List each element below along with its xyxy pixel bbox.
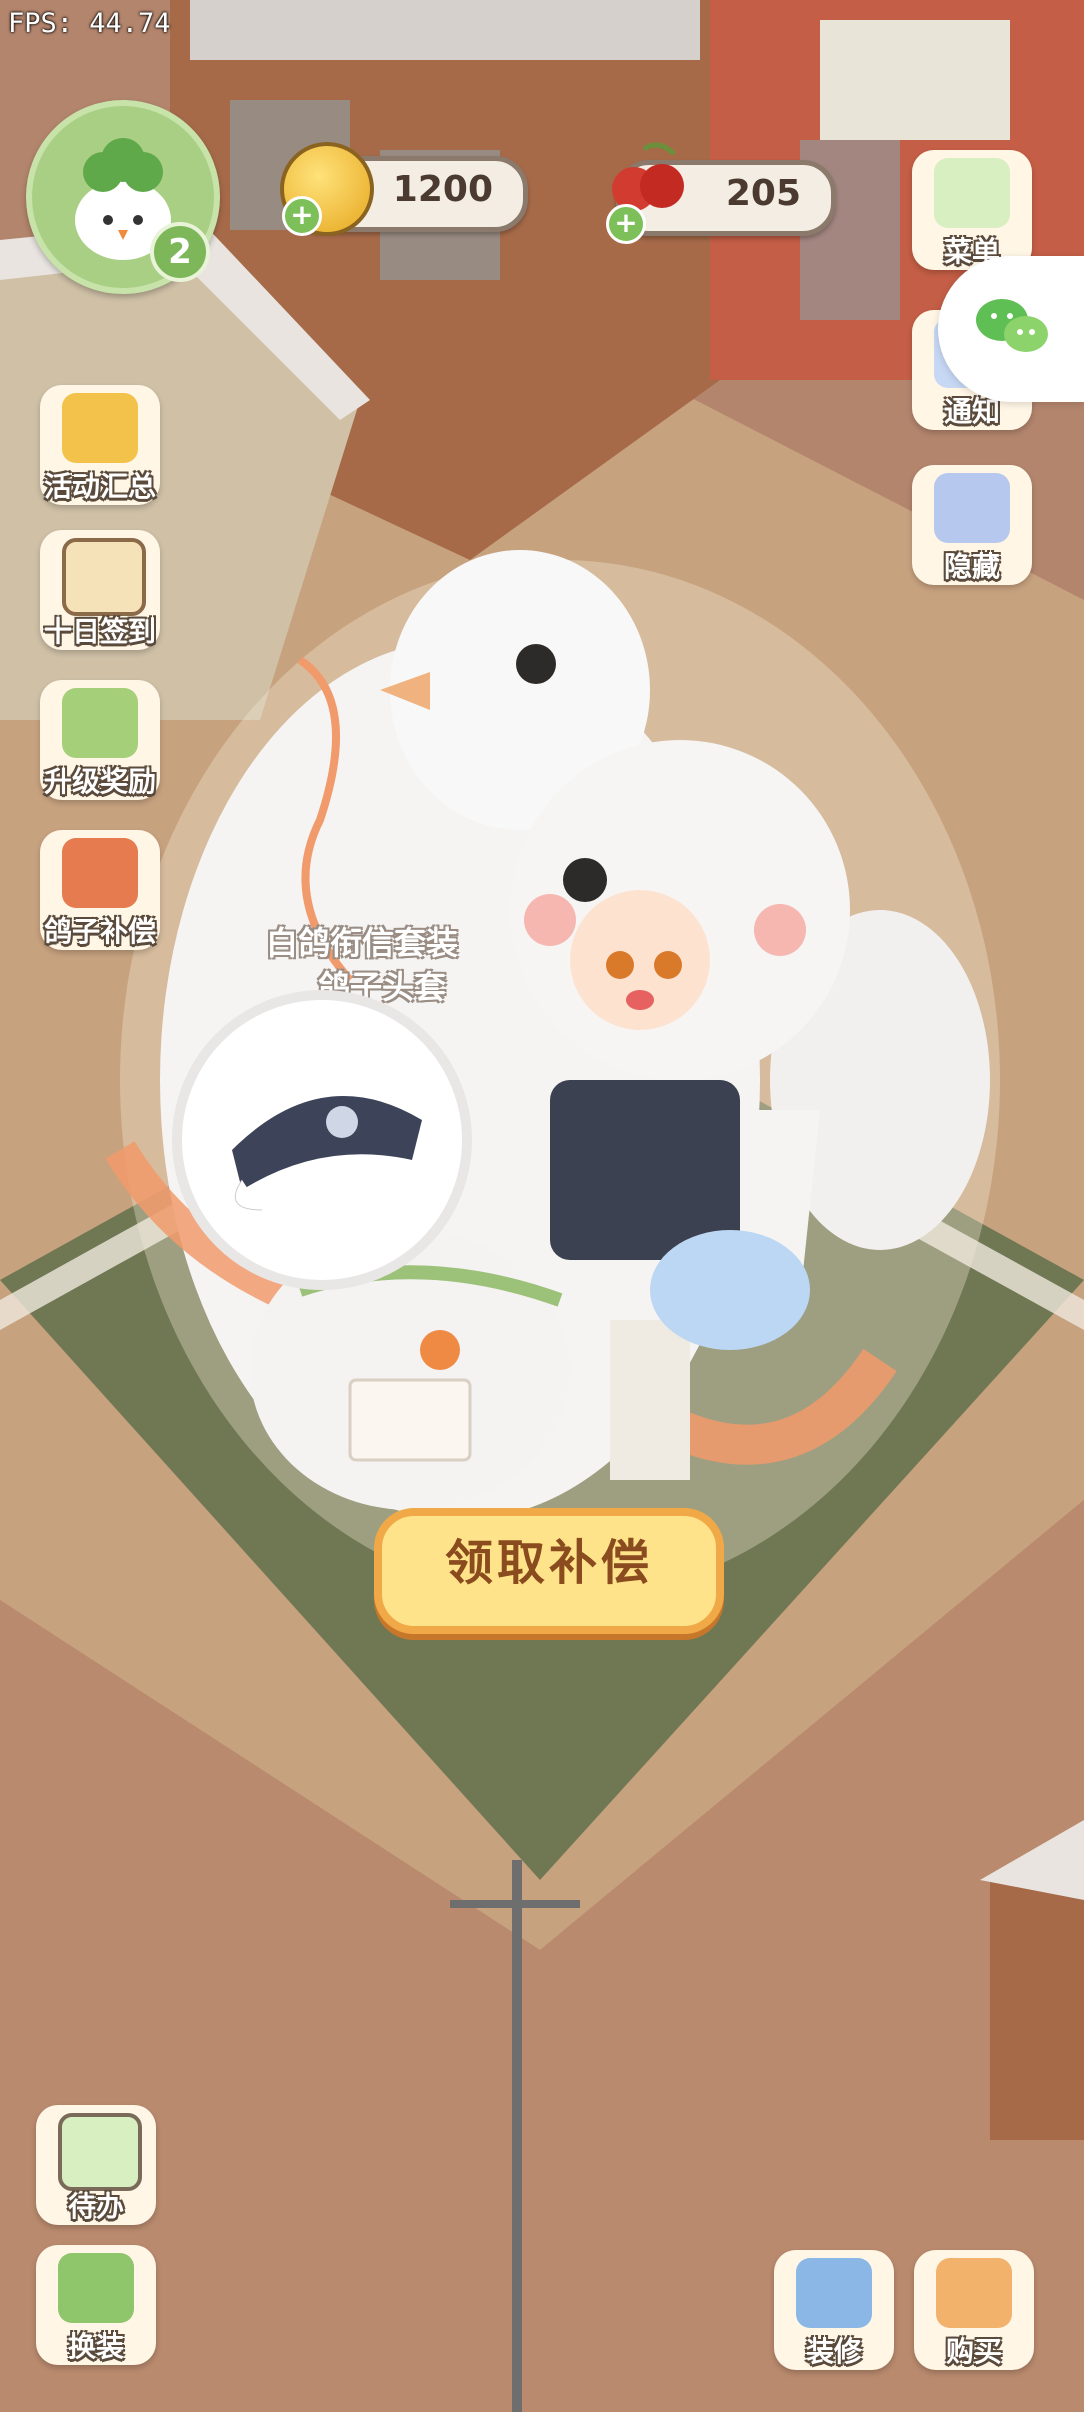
menu-icon xyxy=(934,158,1010,228)
hide-button[interactable]: 隐藏 xyxy=(912,465,1032,585)
pigeon-compensation-label: 鸽子补偿 xyxy=(43,915,156,948)
decorate-label: 装修 xyxy=(805,2335,862,2368)
event-summary-label: 活动汇总 xyxy=(43,470,156,503)
claim-compensation-button[interactable]: 领取补偿 xyxy=(374,1508,724,1634)
todo-label: 待办 xyxy=(67,2190,124,2223)
reward-item-preview xyxy=(172,990,472,1290)
fps-counter: FPS: 44.74 xyxy=(8,8,171,39)
level-up-icon xyxy=(62,688,138,758)
hide-label: 隐藏 xyxy=(943,550,1000,583)
hide-icon xyxy=(934,473,1010,543)
dressup-button[interactable]: 换装 xyxy=(36,2245,156,2365)
cherry-value: 205 xyxy=(725,173,801,214)
reward-set-name: 白鸽衔信套装 xyxy=(266,924,459,962)
crown-icon xyxy=(62,393,138,463)
todo-button[interactable]: 待办 xyxy=(36,2105,156,2225)
decorate-button[interactable]: 装修 xyxy=(774,2250,894,2370)
level-reward-button[interactable]: 升级奖励 xyxy=(40,680,160,800)
level-reward-label: 升级奖励 xyxy=(43,765,156,798)
wechat-icon xyxy=(976,299,1048,352)
todo-icon xyxy=(58,2113,142,2191)
pigeon-icon xyxy=(62,838,138,908)
ten-day-signin-button[interactable]: 十日签到 xyxy=(40,530,160,650)
menu-button[interactable]: 菜单 xyxy=(912,150,1032,270)
shop-button[interactable]: 购买 xyxy=(914,2250,1034,2370)
coin-value: 1200 xyxy=(392,169,493,210)
pigeon-hat-icon xyxy=(232,1096,422,1211)
ten-day-signin-label: 十日签到 xyxy=(43,615,156,648)
wechat-float-button[interactable] xyxy=(938,256,1084,402)
player-level-badge: 2 xyxy=(150,222,210,282)
add-cherry-button[interactable]: + xyxy=(606,204,646,244)
add-coin-button[interactable]: + xyxy=(282,196,322,236)
shop-label: 购买 xyxy=(945,2335,1002,2368)
event-summary-button[interactable]: 活动汇总 xyxy=(40,385,160,505)
calendar-icon xyxy=(62,538,146,616)
decorate-icon xyxy=(796,2258,872,2328)
shop-icon xyxy=(936,2258,1012,2328)
pigeon-compensation-button[interactable]: 鸽子补偿 xyxy=(40,830,160,950)
dressup-icon xyxy=(58,2253,134,2323)
dressup-label: 换装 xyxy=(67,2330,124,2363)
